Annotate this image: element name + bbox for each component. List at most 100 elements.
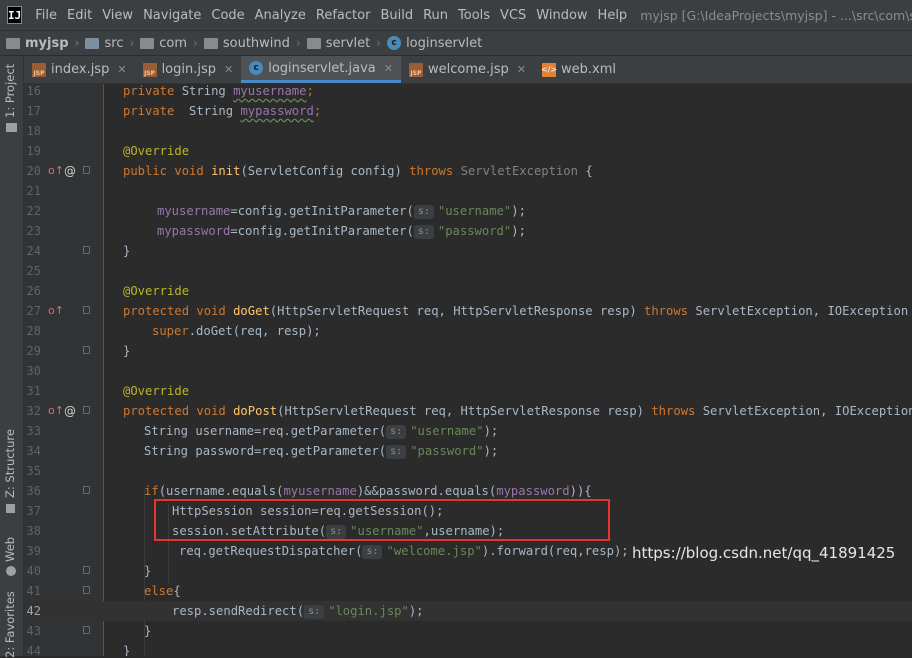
breadcrumb-loginservlet[interactable]: c loginservlet bbox=[387, 36, 482, 51]
parameter-hint: s: bbox=[413, 205, 434, 219]
code-text: mypassword=config.getInitParameter(s: "pa… bbox=[157, 224, 526, 239]
breadcrumb-label: src bbox=[104, 35, 124, 51]
code-line-44: 44 } bbox=[24, 641, 912, 656]
override-marker-icon[interactable]: o↑ bbox=[48, 301, 64, 321]
close-icon[interactable]: ✕ bbox=[117, 63, 126, 76]
menu-refactor[interactable]: Refactor bbox=[311, 8, 376, 23]
line-number: 19 bbox=[26, 144, 41, 158]
tab-web-xml[interactable]: </> web.xml bbox=[534, 56, 624, 83]
menu-file[interactable]: File bbox=[30, 8, 62, 23]
menu-tools[interactable]: Tools bbox=[453, 8, 495, 23]
line-number: 29 bbox=[26, 344, 41, 358]
project-tool-tab[interactable]: 1: Project bbox=[3, 64, 17, 118]
line-number: 37 bbox=[26, 504, 41, 518]
tab-label: login.jsp bbox=[161, 62, 216, 77]
menu-navigate[interactable]: Navigate bbox=[138, 8, 206, 23]
fold-toggle-icon[interactable] bbox=[83, 586, 90, 594]
tab-login-jsp[interactable]: JSP login.jsp ✕ bbox=[135, 56, 242, 83]
menu-help[interactable]: Help bbox=[593, 8, 633, 23]
web-tool-tab[interactable]: Web bbox=[3, 537, 17, 562]
breadcrumb-project-label: myjsp bbox=[25, 35, 69, 51]
code-text: @Override bbox=[123, 144, 190, 158]
class-icon: c bbox=[387, 36, 402, 50]
code-text: resp.sendRedirect(s: "login.jsp"); bbox=[172, 604, 424, 619]
jsp-file-icon: JSP bbox=[32, 62, 46, 77]
parameter-hint: s: bbox=[304, 605, 325, 619]
jsp-file-icon: JSP bbox=[409, 62, 423, 77]
project-folder-icon bbox=[6, 123, 17, 132]
tab-index-jsp[interactable]: JSP index.jsp ✕ bbox=[24, 56, 135, 83]
close-icon[interactable]: ✕ bbox=[224, 63, 233, 76]
code-line-30: 30 bbox=[24, 361, 912, 381]
fold-toggle-icon[interactable] bbox=[83, 626, 90, 634]
line-number: 33 bbox=[26, 424, 41, 438]
folder-icon bbox=[85, 37, 100, 49]
watermark: https://blog.csdn.net/qq_41891425 bbox=[632, 544, 896, 562]
override-marker-icon[interactable]: o↑ bbox=[48, 161, 64, 181]
code-text: protected void doGet(HttpServletRequest … bbox=[123, 304, 912, 318]
breadcrumb-src[interactable]: src › bbox=[85, 36, 134, 51]
code-line-26: 26 @Override bbox=[24, 281, 912, 301]
fold-toggle-icon[interactable] bbox=[83, 486, 90, 494]
line-number: 42 bbox=[26, 604, 41, 618]
favorites-tool-tab[interactable]: 2: Favorites bbox=[3, 591, 17, 658]
code-line-24: 24 } bbox=[24, 241, 912, 261]
close-icon[interactable]: ✕ bbox=[384, 62, 393, 75]
menu-code[interactable]: Code bbox=[206, 8, 249, 23]
menu-analyze[interactable]: Analyze bbox=[250, 8, 311, 23]
code-text: } bbox=[144, 624, 152, 638]
code-line-19: 19 @Override bbox=[24, 141, 912, 161]
line-number: 43 bbox=[26, 624, 41, 638]
line-number: 26 bbox=[26, 284, 41, 298]
tab-loginservlet-java[interactable]: c loginservlet.java ✕ bbox=[241, 56, 401, 83]
code-text: String password=req.getParameter(s: "pass… bbox=[144, 444, 499, 459]
code-text: } bbox=[144, 564, 152, 578]
code-line-35: 35 bbox=[24, 461, 912, 481]
code-text: @Override bbox=[123, 284, 190, 298]
code-line-25: 25 bbox=[24, 261, 912, 281]
code-line-28: 28 super.doGet(req, resp); bbox=[24, 321, 912, 341]
breadcrumb-southwind[interactable]: southwind › bbox=[203, 36, 301, 51]
globe-icon bbox=[6, 566, 16, 576]
menu-run[interactable]: Run bbox=[418, 8, 453, 23]
code-line-29: 29 } bbox=[24, 341, 912, 361]
annotation-marker-icon[interactable]: @ bbox=[64, 401, 76, 421]
menu-bar: IJ File Edit View Navigate Code Analyze … bbox=[0, 0, 912, 30]
close-icon[interactable]: ✕ bbox=[517, 63, 526, 76]
package-icon bbox=[203, 37, 218, 49]
fold-toggle-icon[interactable] bbox=[83, 166, 90, 174]
highlight-box bbox=[154, 499, 610, 541]
breadcrumb-label: loginservlet bbox=[406, 35, 483, 51]
breadcrumb-servlet[interactable]: servlet › bbox=[306, 35, 381, 51]
code-line-22: 22 myusername=config.getInitParameter(s:… bbox=[24, 201, 912, 221]
code-line-23: 23 mypassword=config.getInitParameter(s:… bbox=[24, 221, 912, 241]
menu-build[interactable]: Build bbox=[375, 8, 418, 23]
fold-toggle-icon[interactable] bbox=[83, 406, 90, 414]
menu-vcs[interactable]: VCS bbox=[495, 8, 531, 23]
package-icon bbox=[140, 37, 155, 49]
fold-toggle-icon[interactable] bbox=[83, 246, 90, 254]
override-marker-icon[interactable]: o↑ bbox=[48, 401, 64, 421]
line-number: 36 bbox=[26, 484, 41, 498]
line-number: 31 bbox=[26, 384, 41, 398]
code-editor[interactable]: 16 private String myusername; 17 private… bbox=[24, 84, 912, 656]
fold-toggle-icon[interactable] bbox=[83, 306, 90, 314]
tab-label: index.jsp bbox=[51, 62, 110, 77]
menu-window[interactable]: Window bbox=[531, 8, 592, 23]
structure-tool-tab[interactable]: Z: Structure bbox=[3, 429, 17, 498]
fold-toggle-icon[interactable] bbox=[83, 346, 90, 354]
breadcrumb-project[interactable]: myjsp › bbox=[6, 36, 79, 51]
line-number: 28 bbox=[26, 324, 41, 338]
breadcrumb-com[interactable]: com › bbox=[140, 36, 198, 51]
tab-welcome-jsp[interactable]: JSP welcome.jsp ✕ bbox=[401, 56, 534, 83]
code-text: req.getRequestDispatcher(s: "welcome.jsp"… bbox=[179, 544, 629, 559]
annotation-marker-icon[interactable]: @ bbox=[64, 161, 76, 181]
fold-toggle-icon[interactable] bbox=[83, 566, 90, 574]
code-line-42: 42 resp.sendRedirect(s: "login.jsp"); bbox=[24, 601, 912, 621]
line-number: 32 bbox=[26, 404, 41, 418]
menu-view[interactable]: View bbox=[97, 8, 138, 23]
menu-edit[interactable]: Edit bbox=[62, 8, 97, 23]
code-line-36: 36 if(username.equals(myusername)&&passw… bbox=[24, 481, 912, 501]
code-line-32: 32 o↑ @ protected void doPost(HttpServle… bbox=[24, 401, 912, 421]
breadcrumb-label: servlet bbox=[325, 35, 371, 51]
